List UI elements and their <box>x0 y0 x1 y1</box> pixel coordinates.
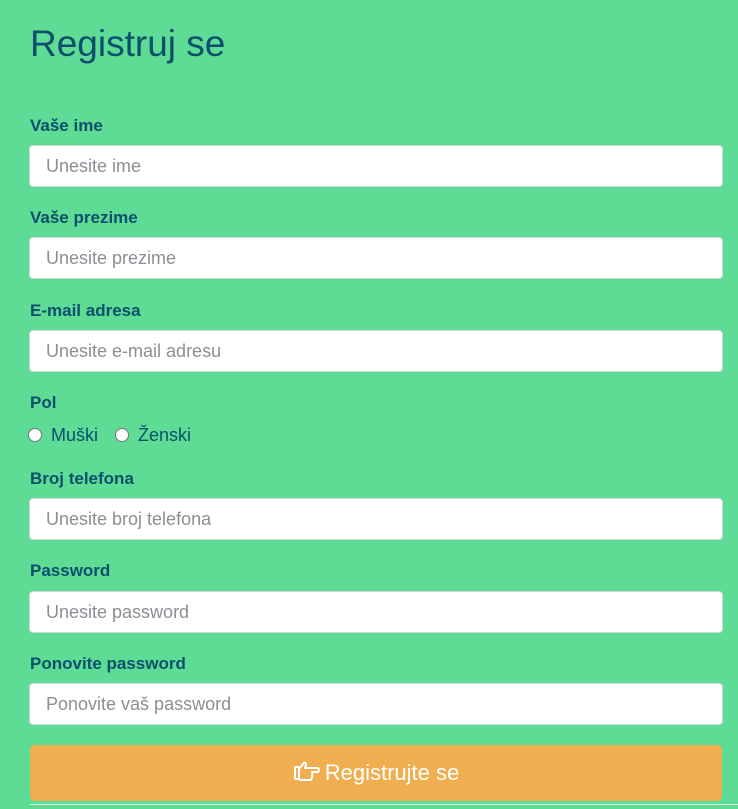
email-input[interactable] <box>29 330 723 372</box>
radio-female[interactable] <box>115 428 130 442</box>
first-name-input[interactable] <box>29 145 723 187</box>
phone-input[interactable] <box>29 498 723 540</box>
last-name-input[interactable] <box>29 237 723 279</box>
email-label: E-mail adresa <box>30 301 141 320</box>
last-name-label: Vaše prezime <box>30 208 138 227</box>
password-label: Password <box>30 561 111 580</box>
page-title: Registruj se <box>30 23 226 64</box>
confirm-password-label: Ponovite password <box>30 654 186 673</box>
confirm-password-input[interactable] <box>29 683 723 725</box>
hand-point-right-icon <box>293 760 321 786</box>
gender-option-female[interactable]: Ženski <box>115 425 191 446</box>
radio-female-label: Ženski <box>138 424 192 445</box>
gender-option-male[interactable]: Muški <box>28 425 98 446</box>
first-name-label: Vaše ime <box>30 116 103 135</box>
phone-label: Broj telefona <box>30 469 134 488</box>
register-button[interactable]: Registrujte se <box>30 745 722 801</box>
password-input[interactable] <box>29 591 723 633</box>
registration-page: Registruj se Vaše ime Vaše prezime E-mai… <box>0 0 738 809</box>
radio-male[interactable] <box>28 428 42 442</box>
gender-radio-group: Muški Ženski <box>28 424 208 446</box>
radio-male-label: Muški <box>51 424 99 445</box>
divider <box>30 804 738 805</box>
register-button-label: Registrujte se <box>324 760 460 785</box>
gender-label: Pol <box>30 393 57 412</box>
